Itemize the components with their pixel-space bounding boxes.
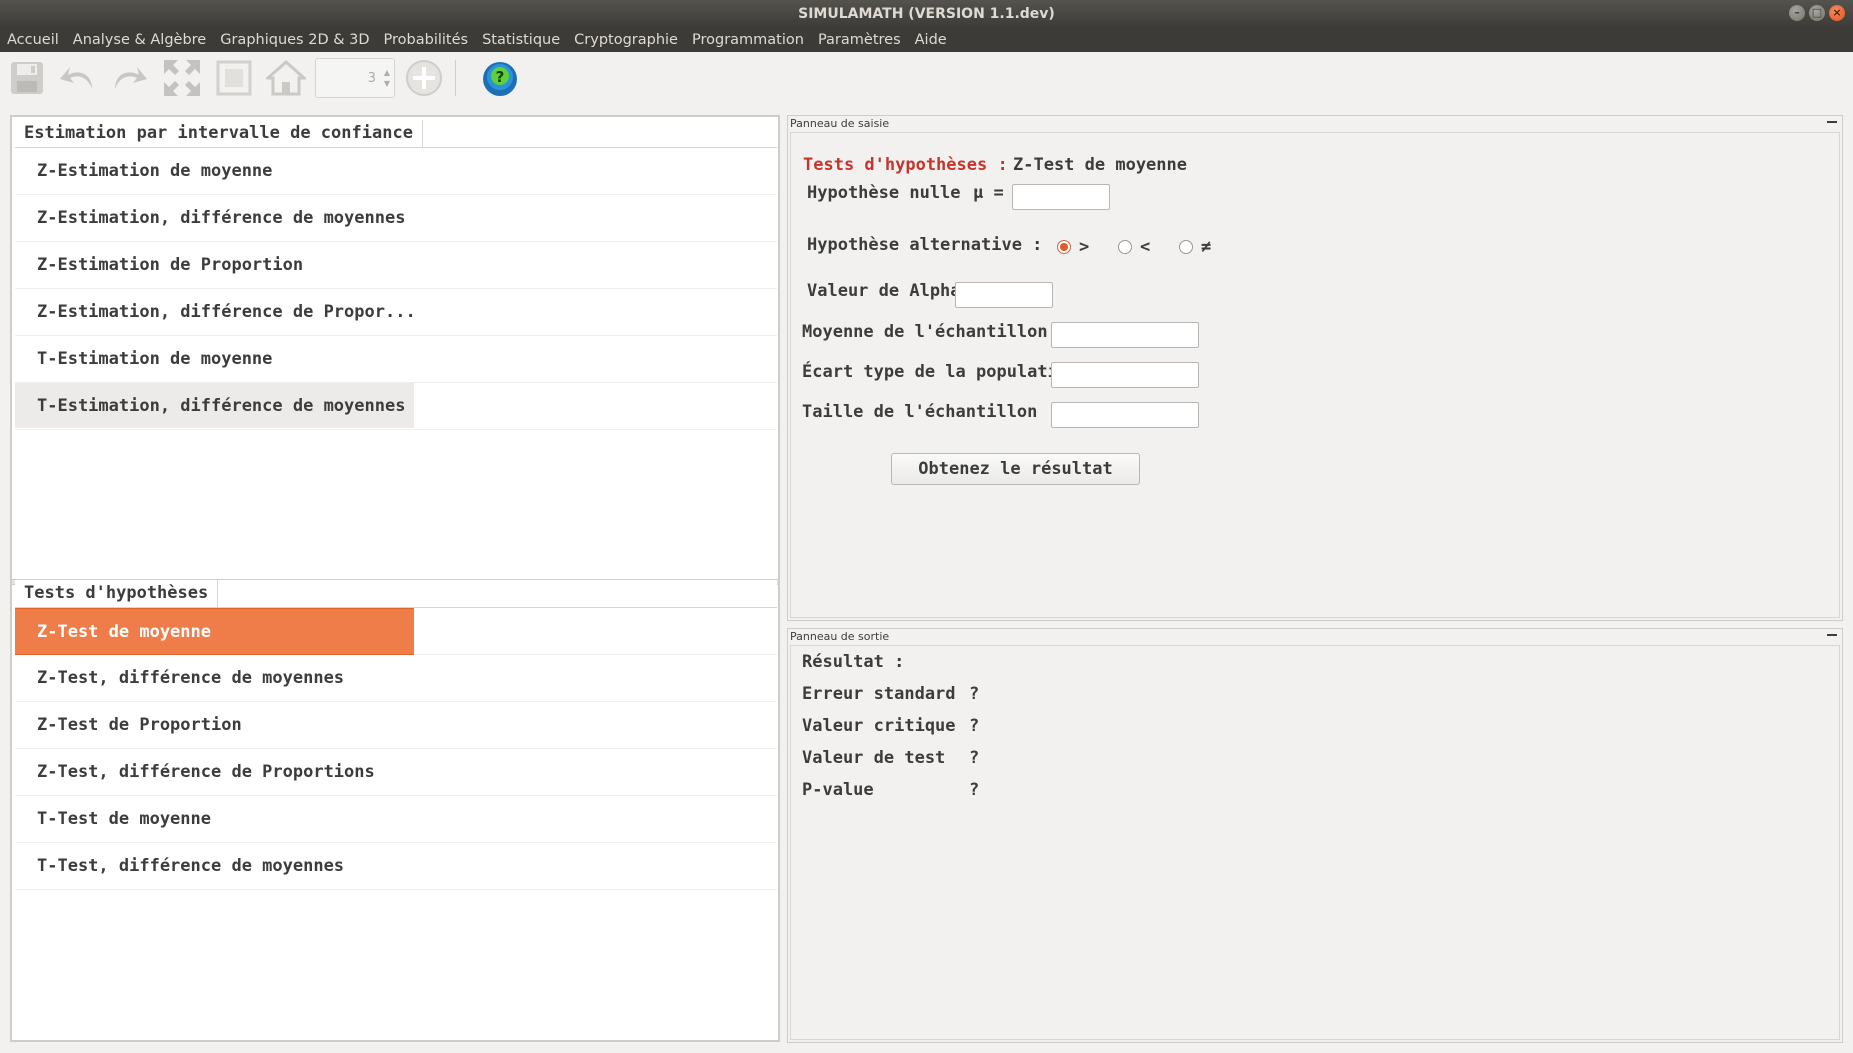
- menu-aide[interactable]: Aide: [908, 28, 954, 52]
- sample-size-label: Taille de l'échantillon: [802, 402, 1038, 422]
- list-item-label: Z-Test, différence de Proportions: [37, 762, 375, 782]
- minimize-icon[interactable]: –: [1789, 5, 1805, 21]
- population-std-field[interactable]: [1051, 362, 1199, 388]
- estimation-header-label: Estimation par intervalle de confiance: [15, 120, 423, 147]
- menu-statistique[interactable]: Statistique: [475, 28, 567, 52]
- output-panel: Panneau de sortie Résultat : Erreur stan…: [787, 628, 1843, 1043]
- menu-parametres[interactable]: Paramètres: [811, 28, 908, 52]
- redo-icon[interactable]: [109, 58, 149, 98]
- menu-analyse-algebre[interactable]: Analyse & Algèbre: [66, 28, 213, 52]
- population-std-label: Écart type de la population: [802, 362, 1079, 382]
- output-panel-title: Panneau de sortie: [790, 630, 890, 643]
- list-item-label: Z-Estimation de Proportion: [37, 255, 304, 275]
- radio-less-label: <: [1140, 237, 1151, 257]
- p-value-label: P-value: [802, 780, 874, 800]
- estimation-section-header: Estimation par intervalle de confiance: [15, 120, 777, 148]
- radio-not-equal-label: ≠: [1201, 237, 1212, 257]
- input-panel-body: Tests d'hypothèses : Z-Test de moyenne H…: [790, 132, 1840, 618]
- window-title: SIMULAMATH (VERSION 1.1.dev): [798, 6, 1055, 22]
- standard-error-label: Erreur standard: [802, 684, 956, 704]
- list-item-label: T-Test de moyenne: [37, 809, 211, 829]
- get-result-button[interactable]: Obtenez le résultat: [891, 453, 1140, 485]
- list-item-label: Z-Test de moyenne: [15, 608, 414, 655]
- mu-label: μ =: [973, 183, 1004, 203]
- list-item-label: T-Estimation de moyenne: [37, 349, 273, 369]
- list-item[interactable]: Z-Estimation de Proportion: [15, 242, 777, 289]
- svg-text:?: ?: [496, 68, 505, 86]
- tests-section-header: Tests d'hypothèses: [15, 580, 777, 608]
- alternative-hypothesis-label: Hypothèse alternative :: [807, 235, 1043, 255]
- input-panel-title: Panneau de saisie: [790, 117, 890, 130]
- list-item-label: T-Estimation, différence de moyennes: [15, 383, 414, 428]
- tests-header-label: Tests d'hypothèses: [15, 580, 219, 607]
- list-item[interactable]: Z-Test, différence de Proportions: [15, 749, 777, 796]
- list-item-label: Z-Estimation, différence de Propor...: [37, 302, 414, 322]
- maximize-icon[interactable]: □: [1809, 5, 1825, 21]
- list-item-label: Z-Test de Proportion: [37, 715, 242, 735]
- output-panel-body: Résultat : Erreur standard ? Valeur crit…: [790, 645, 1840, 1040]
- list-item-hovered[interactable]: T-Estimation, différence de moyennes: [15, 383, 777, 430]
- test-value-label: Valeur de test: [802, 748, 946, 768]
- list-item[interactable]: Z-Test de Proportion: [15, 702, 777, 749]
- null-hypothesis-label: Hypothèse nulle :: [807, 183, 981, 203]
- standard-error-value: ?: [969, 684, 980, 704]
- list-item-label: Z-Test, différence de moyennes: [37, 668, 345, 688]
- test-value-value: ?: [969, 748, 980, 768]
- menu-graphiques[interactable]: Graphiques 2D & 3D: [213, 28, 376, 52]
- radio-less[interactable]: [1118, 240, 1132, 254]
- list-item[interactable]: Z-Test, différence de moyennes: [15, 655, 777, 702]
- minimize-panel-icon[interactable]: [1827, 634, 1837, 636]
- radio-greater-label: >: [1079, 237, 1090, 257]
- help-icon[interactable]: ?: [480, 58, 520, 98]
- list-item[interactable]: Z-Estimation de moyenne: [15, 148, 777, 195]
- input-panel: Panneau de saisie Tests d'hypothèses : Z…: [787, 115, 1843, 621]
- critical-value-value: ?: [969, 716, 980, 736]
- menu-programmation[interactable]: Programmation: [685, 28, 811, 52]
- list-item-selected[interactable]: Z-Test de moyenne: [15, 608, 777, 655]
- undo-icon[interactable]: [58, 58, 98, 98]
- save-icon[interactable]: [7, 58, 47, 98]
- list-item-label: T-Test, différence de moyennes: [37, 856, 345, 876]
- sample-mean-label: Moyenne de l'échantillon: [802, 322, 1048, 342]
- critical-value-label: Valeur critique: [802, 716, 956, 736]
- toolbar-separator: [455, 60, 456, 96]
- expand-icon[interactable]: [162, 58, 202, 98]
- menu-probabilites[interactable]: Probabilités: [377, 28, 476, 52]
- minimize-panel-icon[interactable]: [1827, 121, 1837, 123]
- add-icon[interactable]: [404, 58, 444, 98]
- sample-size-field[interactable]: [1051, 402, 1199, 428]
- radio-greater[interactable]: [1057, 240, 1071, 254]
- list-item[interactable]: Z-Estimation, différence de moyennes: [15, 195, 777, 242]
- menu-accueil[interactable]: Accueil: [0, 28, 66, 52]
- list-item-label: Z-Estimation de moyenne: [37, 161, 273, 181]
- heading-category: Tests d'hypothèses :: [803, 155, 1018, 175]
- radio-not-equal[interactable]: [1179, 240, 1193, 254]
- alpha-field[interactable]: [955, 282, 1053, 308]
- list-item-label: Z-Estimation, différence de moyennes: [37, 208, 406, 228]
- zoom-spinner[interactable]: 3 ▲ ▼: [315, 58, 395, 98]
- menu-bar: Accueil Analyse & Algèbre Graphiques 2D …: [0, 28, 1853, 52]
- spinner-value: 3: [367, 70, 376, 86]
- home-icon[interactable]: [266, 58, 306, 98]
- estimation-list: Z-Estimation de moyenne Z-Estimation, di…: [15, 148, 777, 430]
- mu-field[interactable]: [1012, 184, 1110, 210]
- spinner-arrows-icon[interactable]: ▲ ▼: [384, 67, 390, 89]
- list-item[interactable]: T-Estimation de moyenne: [15, 336, 777, 383]
- menu-cryptographie[interactable]: Cryptographie: [567, 28, 685, 52]
- close-icon[interactable]: ×: [1829, 5, 1845, 21]
- list-item[interactable]: T-Test de moyenne: [15, 796, 777, 843]
- test-list-panel: Estimation par intervalle de confiance Z…: [10, 115, 780, 1042]
- result-label: Résultat :: [802, 652, 905, 672]
- heading-test-name: Z-Test de moyenne: [1013, 155, 1187, 175]
- fit-icon[interactable]: [214, 58, 254, 98]
- tests-list: Z-Test de moyenne Z-Test, différence de …: [15, 608, 777, 890]
- window-titlebar: SIMULAMATH (VERSION 1.1.dev) – □ ×: [0, 0, 1853, 28]
- p-value-value: ?: [969, 780, 980, 800]
- sample-mean-field[interactable]: [1051, 322, 1199, 348]
- list-item[interactable]: Z-Estimation, différence de Propor...: [15, 289, 777, 336]
- list-item[interactable]: T-Test, différence de moyennes: [15, 843, 777, 890]
